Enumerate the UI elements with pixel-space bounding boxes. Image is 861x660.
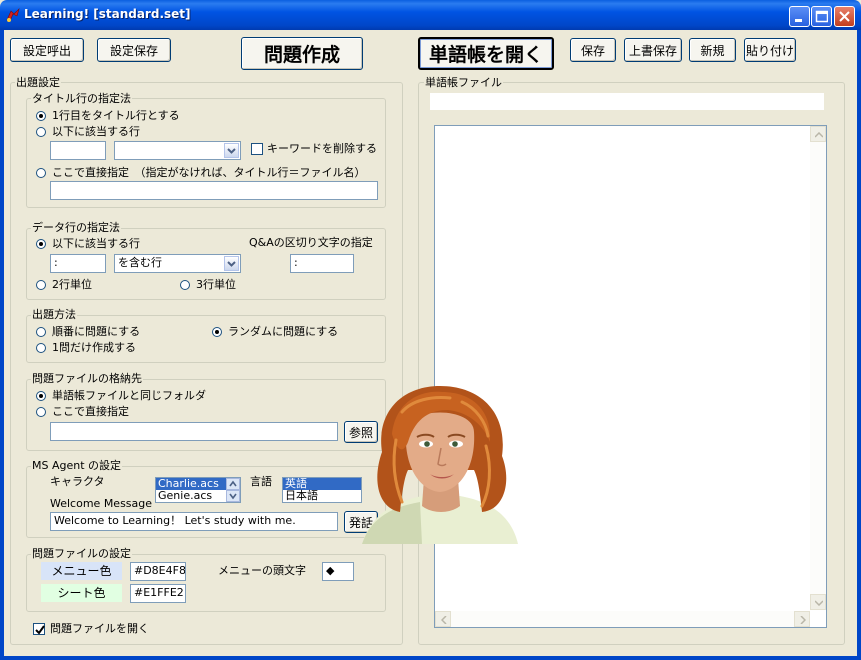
radio-three-lines-label[interactable]: 3行単位 xyxy=(196,278,236,292)
character-listbox[interactable]: Charlie.acs Genie.acs xyxy=(155,477,241,503)
load-settings-button[interactable]: 設定呼出 xyxy=(10,38,84,62)
radio-data-matching-label[interactable]: 以下に該当する行 xyxy=(52,237,140,251)
radio-random-label[interactable]: ランダムに問題にする xyxy=(228,325,338,339)
title-match-input[interactable] xyxy=(50,141,106,160)
scroll-left-button[interactable] xyxy=(435,611,451,627)
radio-same-folder[interactable] xyxy=(36,391,46,401)
sheet-color-input[interactable]: #E1FFE2 xyxy=(130,584,186,603)
title-direct-input[interactable] xyxy=(50,181,378,200)
save-button[interactable]: 保存 xyxy=(570,38,616,62)
radio-matching-row-label[interactable]: 以下に該当する行 xyxy=(52,125,140,139)
vertical-scrollbar[interactable] xyxy=(810,126,826,610)
close-button[interactable] xyxy=(834,6,855,27)
open-question-file-checkbox[interactable] xyxy=(33,623,45,635)
language-label: 言語 xyxy=(250,475,272,488)
character-label: キャラクタ xyxy=(50,475,105,488)
agent-group-title: MS Agent の設定 xyxy=(31,459,123,472)
radio-same-folder-label[interactable]: 単語帳ファイルと同じフォルダ xyxy=(52,389,206,403)
agent-character[interactable] xyxy=(362,382,520,544)
radio-single[interactable] xyxy=(36,343,46,353)
data-row-group-title: データ行の指定法 xyxy=(31,221,121,234)
overwrite-save-button[interactable]: 上書保存 xyxy=(624,38,682,62)
menu-color-swatch[interactable]: メニュー色 xyxy=(41,562,122,580)
window-frame-left xyxy=(0,30,4,660)
radio-first-row-label[interactable]: 1行目をタイトル行とする xyxy=(52,109,180,123)
radio-title-direct-label[interactable]: ここで直接指定 （指定がなければ、タイトル行＝ファイル名） xyxy=(52,166,366,180)
horizontal-scrollbar[interactable] xyxy=(435,611,810,627)
minimize-button[interactable] xyxy=(789,6,810,27)
paste-button[interactable]: 貼り付け xyxy=(744,38,796,62)
data-match-input[interactable]: : xyxy=(50,254,106,273)
method-group-title: 出題方法 xyxy=(31,308,77,321)
new-button[interactable]: 新規 xyxy=(689,38,736,62)
open-wordbook-button[interactable]: 単語帳を開く xyxy=(418,37,554,70)
radio-sequential[interactable] xyxy=(36,327,46,337)
radio-two-lines[interactable] xyxy=(36,280,46,290)
destination-group-title: 問題ファイルの格納先 xyxy=(31,372,143,385)
delete-keyword-label[interactable]: キーワードを削除する xyxy=(267,142,377,156)
character-listbox-spinner[interactable] xyxy=(226,478,240,502)
radio-data-matching[interactable] xyxy=(36,239,46,249)
maximize-button[interactable] xyxy=(811,6,832,27)
welcome-message-input[interactable]: Welcome to Learning！ Let's study with me… xyxy=(50,512,338,531)
title-match-combo[interactable] xyxy=(114,141,241,160)
wordbook-text-area[interactable] xyxy=(434,125,827,628)
radio-matching-row[interactable] xyxy=(36,127,46,137)
chevron-down-icon[interactable] xyxy=(224,143,239,158)
delete-keyword-checkbox[interactable] xyxy=(251,143,263,155)
open-question-file-label[interactable]: 問題ファイルを開く xyxy=(50,622,149,636)
method-group xyxy=(26,315,386,363)
delimiter-label: Q&Aの区切り文字の指定 xyxy=(249,236,373,249)
radio-first-row[interactable] xyxy=(36,111,46,121)
scroll-up-button[interactable] xyxy=(810,126,826,142)
list-item[interactable]: 日本語 xyxy=(283,490,361,502)
welcome-label: Welcome Message xyxy=(50,497,153,510)
scroll-right-button[interactable] xyxy=(794,611,810,627)
data-match-combo-value: を含む行 xyxy=(118,256,162,269)
create-questions-button[interactable]: 問題作成 xyxy=(241,37,363,70)
menu-color-input[interactable]: #D8E4F8 xyxy=(130,562,186,581)
save-settings-button[interactable]: 設定保存 xyxy=(97,38,171,62)
app-logo-icon[interactable] xyxy=(5,7,21,23)
settings-group-title: 出題設定 xyxy=(15,76,61,89)
window-frame-bottom xyxy=(0,656,861,660)
language-listbox[interactable]: 英語 日本語 xyxy=(282,477,362,503)
radio-single-label[interactable]: 1問だけ作成する xyxy=(52,341,136,355)
radio-random[interactable] xyxy=(212,327,222,337)
title-row-group-title: タイトル行の指定法 xyxy=(31,92,132,105)
destination-input[interactable] xyxy=(50,422,338,441)
chevron-down-icon[interactable] xyxy=(224,256,239,271)
radio-three-lines[interactable] xyxy=(180,280,190,290)
menu-prefix-input[interactable]: ◆ xyxy=(322,562,354,581)
delimiter-input[interactable]: : xyxy=(290,254,354,273)
sheet-color-swatch[interactable]: シート色 xyxy=(41,584,122,602)
window-frame-right xyxy=(857,30,861,660)
data-match-combo[interactable]: を含む行 xyxy=(114,254,241,273)
radio-sequential-label[interactable]: 順番に問題にする xyxy=(52,325,140,339)
radio-destination-direct[interactable] xyxy=(36,407,46,417)
window-title: Learning! [standard.set] xyxy=(24,7,191,21)
radio-two-lines-label[interactable]: 2行単位 xyxy=(52,278,92,292)
file-settings-group-title: 問題ファイルの設定 xyxy=(31,547,132,560)
radio-destination-direct-label[interactable]: ここで直接指定 xyxy=(52,405,129,419)
scroll-down-button[interactable] xyxy=(810,594,826,610)
radio-title-direct[interactable] xyxy=(36,168,46,178)
wordbook-group-title: 単語帳ファイル xyxy=(424,76,503,89)
menu-prefix-label: メニューの頭文字 xyxy=(218,564,306,577)
wordbook-path-field[interactable] xyxy=(430,93,824,110)
